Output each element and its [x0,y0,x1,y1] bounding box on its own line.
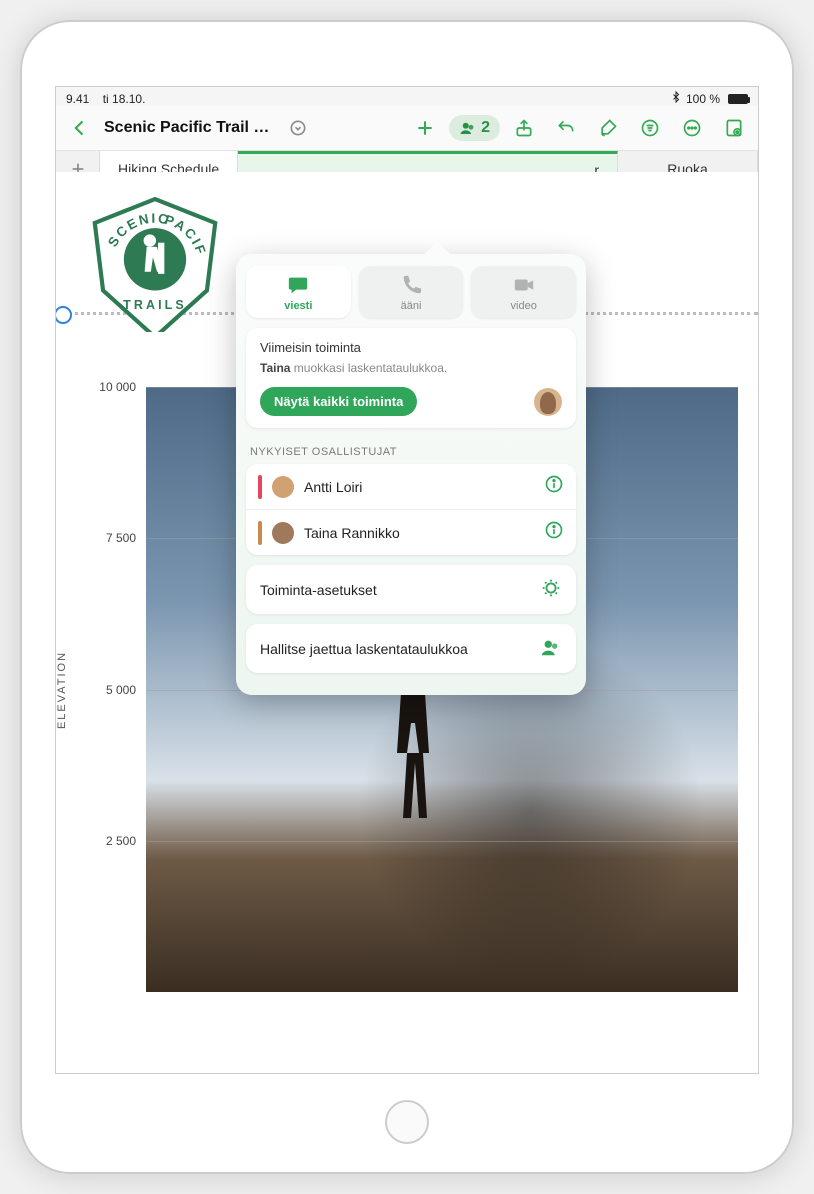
back-button[interactable] [62,112,98,144]
ytick: 7 500 [86,531,136,545]
status-bar: 9.41 ti 18.10. 100 % [56,87,758,106]
participant-avatar [272,476,294,498]
svg-text:TRAILS: TRAILS [123,298,187,312]
participants-heading: NYKYISET OSALLISTUJAT [246,438,576,464]
manage-shared-label: Hallitse jaettua laskentataulukkoa [260,641,540,657]
undo-button[interactable] [548,112,584,144]
app-toolbar: Scenic Pacific Trail Se... 2 [56,106,758,151]
manage-shared-icon [540,636,562,661]
status-date: ti 18.10. [103,92,146,106]
home-button[interactable] [385,1100,429,1144]
participant-row[interactable]: Antti Loiri [246,464,576,510]
collaboration-button[interactable]: 2 [449,115,500,141]
bluetooth-icon [670,91,682,106]
collab-count: 2 [481,119,490,137]
document-title[interactable]: Scenic Pacific Trail Se... [104,119,274,137]
filter-button[interactable] [632,112,668,144]
recent-activity-text: Taina muokkasi laskentataulukkoa. [260,361,562,375]
activity-settings-row[interactable]: Toiminta-asetukset [246,565,576,614]
activity-settings-icon [540,577,562,602]
manage-shared-row[interactable]: Hallitse jaettua laskentataulukkoa [246,624,576,673]
status-left: 9.41 ti 18.10. [66,92,145,106]
activity-settings-label: Toiminta-asetukset [260,582,540,598]
participant-row[interactable]: Taina Rannikko [246,510,576,555]
recent-activity-heading: Viimeisin toiminta [260,340,562,355]
screen: 9.41 ti 18.10. 100 % Scenic Pacific Trai… [55,86,759,1074]
ytick: 2 500 [86,834,136,848]
chart-yticks: 10 000 7 500 5 000 2 500 [86,387,136,992]
participant-name: Taina Rannikko [304,525,534,541]
ytick: 10 000 [86,380,136,394]
status-right: 100 % [670,91,748,106]
video-tab[interactable]: video [471,266,576,318]
tab-label: viesti [284,300,312,312]
recent-activity-card: Viimeisin toiminta Taina muokkasi lasken… [246,328,576,428]
share-button[interactable] [506,112,542,144]
battery-text: 100 % [686,92,720,106]
participants-list: Antti Loiri Taina Rannikko [246,464,576,555]
title-chevron-icon[interactable] [280,112,316,144]
show-all-activity-button[interactable]: Näytä kaikki toiminta [260,387,417,416]
info-icon[interactable] [544,474,564,499]
tab-label: ääni [401,300,422,312]
status-time: 9.41 [66,92,89,106]
message-tab[interactable]: viesti [246,266,351,318]
participant-avatar [272,522,294,544]
tab-label: video [511,300,537,312]
recent-actor-avatar [534,388,562,416]
reading-view-button[interactable] [716,112,752,144]
ytick: 5 000 [86,683,136,697]
info-icon[interactable] [544,520,564,545]
canvas[interactable]: SCENIC PACIFIC TRAILS ELEVATION 10 000 7… [56,172,758,1073]
trail-badge-logo: SCENIC PACIFIC TRAILS [91,197,219,332]
participant-color-swatch [258,475,262,499]
more-button[interactable] [674,112,710,144]
add-button[interactable] [407,112,443,144]
audio-tab[interactable]: ääni [359,266,464,318]
collaboration-popover: viesti ääni video Viimeisin toiminta Tai… [236,254,586,695]
participant-name: Antti Loiri [304,479,534,495]
participant-color-swatch [258,521,262,545]
contact-mode-segmented: viesti ääni video [246,266,576,318]
battery-icon [728,94,748,104]
chart-ylabel: ELEVATION [56,650,68,728]
ipad-frame: 9.41 ti 18.10. 100 % Scenic Pacific Trai… [20,20,794,1174]
format-brush-button[interactable] [590,112,626,144]
